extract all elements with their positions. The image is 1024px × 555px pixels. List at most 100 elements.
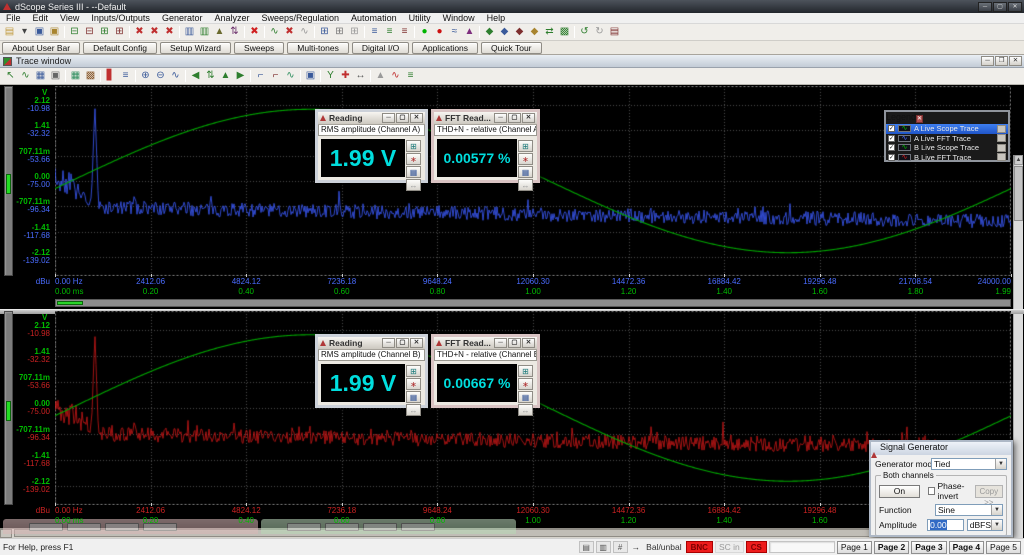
signal-generator-titlebar[interactable]: Signal Generator (871, 442, 1011, 458)
close-button[interactable]: ✕ (522, 338, 535, 348)
copy-trace-icon[interactable]: ▣ (48, 69, 63, 83)
window-list-icon[interactable]: ▥ (595, 541, 611, 553)
config-in-a-icon[interactable]: ⊞ (97, 25, 112, 39)
sweeps-button[interactable]: Sweeps (234, 41, 285, 54)
routing-2-icon[interactable]: ⊞ (332, 25, 347, 39)
dropdown-icon[interactable]: ▾ (17, 25, 32, 39)
axes-y-icon[interactable]: Y (323, 69, 338, 83)
sweep-2-icon[interactable]: ◆ (497, 25, 512, 39)
routing-1-icon[interactable]: ⊞ (317, 25, 332, 39)
menu-view[interactable]: View (54, 13, 85, 24)
page-button-1[interactable]: Page 1 (836, 540, 872, 554)
graph-scroll-thumb[interactable] (57, 301, 83, 305)
graph-button[interactable]: ▦ (518, 391, 533, 403)
wave-delete-icon[interactable]: ✖ (282, 25, 297, 39)
menu-help[interactable]: Help (481, 13, 512, 24)
routing-3-icon[interactable]: ⊞ (347, 25, 362, 39)
trace-wave-icon[interactable]: ∿ (18, 69, 33, 83)
zoom-x-in-icon[interactable]: ⊕ (138, 69, 153, 83)
multitone-icon[interactable]: ⇄ (542, 25, 557, 39)
pan-up-icon[interactable]: ▲ (218, 69, 233, 83)
display-mode-button[interactable]: ⊞ (518, 140, 533, 152)
keypad-icon[interactable]: # (612, 541, 628, 553)
page-button-3[interactable]: Page 3 (911, 540, 947, 554)
close-button[interactable]: ✕ (410, 113, 423, 123)
applications-button[interactable]: Applications (412, 41, 479, 54)
settings-button[interactable]: ∗ (406, 378, 421, 390)
amplitude-unit-select[interactable]: dBFS ▼ (966, 519, 1003, 531)
config-out-a-icon[interactable]: ⊟ (67, 25, 82, 39)
shift-up-icon[interactable]: ▲ (373, 69, 388, 83)
legend-titlebar[interactable]: Legend✕ (886, 112, 1008, 124)
legend-item-2[interactable]: ✓ ∿ B Live Scope Trace (886, 143, 1008, 153)
save-plus-icon[interactable]: ▣ (47, 25, 62, 39)
zoom-x-out-icon[interactable]: ⊖ (153, 69, 168, 83)
sweep-1-icon[interactable]: ◆ (482, 25, 497, 39)
minimize-button[interactable]: ─ (382, 338, 395, 348)
display-mode-button[interactable]: ⊞ (406, 140, 421, 152)
close-button[interactable]: ✕ (1008, 1, 1022, 12)
menu-window[interactable]: Window (437, 13, 481, 24)
window-titlebar[interactable]: dScope Series III - --Default ─ ▢ ✕ (0, 0, 1024, 13)
menu-inputs-outputs[interactable]: Inputs/Outputs (85, 13, 156, 24)
phase-invert-checkbox[interactable] (927, 487, 935, 495)
legend-checkbox[interactable]: ✓ (888, 134, 895, 142)
redo-icon[interactable]: ↻ (592, 25, 607, 39)
graph-horizontal-scrollbar[interactable] (55, 299, 1011, 307)
digital-i-o-button[interactable]: Digital I/O (351, 41, 410, 54)
menu-analyzer[interactable]: Analyzer (208, 13, 255, 24)
minimize-button[interactable]: ─ (978, 1, 992, 12)
menu-edit[interactable]: Edit (27, 13, 55, 24)
resize-button[interactable]: ↔ (406, 404, 421, 416)
minimize-button[interactable]: ─ (494, 338, 507, 348)
overlay-red-icon[interactable]: ∿ (388, 69, 403, 83)
multi-tones-button[interactable]: Multi-tones (287, 41, 349, 54)
trace-window-titlebar[interactable]: Trace window ─ ❐ ✕ (0, 55, 1024, 68)
fit-trace-icon[interactable]: ∿ (168, 69, 183, 83)
wave-off-icon[interactable]: ∿ (297, 25, 312, 39)
legend-checkbox[interactable]: ✓ (888, 125, 895, 133)
delete-config-1-icon[interactable]: ✖ (132, 25, 147, 39)
maximize-button[interactable]: ▢ (508, 113, 521, 123)
chevron-down-icon[interactable]: ▼ (995, 459, 1006, 469)
monitor-in-icon[interactable]: ▥ (197, 25, 212, 39)
legend-item-0[interactable]: ✓ ∿ A Live Scope Trace (886, 124, 1008, 134)
menu-file[interactable]: File (0, 13, 27, 24)
close-icon[interactable]: ✕ (916, 115, 924, 123)
channels-3-icon[interactable]: ≡ (397, 25, 412, 39)
bar-graph-icon[interactable]: ▋ (103, 69, 118, 83)
legend-checkbox[interactable]: ✓ (888, 153, 895, 161)
scroll-up-arrow[interactable]: ▲ (1014, 155, 1023, 165)
trace-vertical-scrollbar[interactable]: ▲ (1013, 155, 1023, 555)
sweep-3-icon[interactable]: ◆ (512, 25, 527, 39)
digital-io-icon[interactable]: ▩ (557, 25, 572, 39)
picture-icon[interactable]: ▦ (68, 69, 83, 83)
legend-checkbox[interactable]: ✓ (888, 144, 895, 152)
setup-wizard-button[interactable]: Setup Wizard (160, 41, 232, 54)
run-2-icon[interactable]: ▲ (462, 25, 477, 39)
help-book-icon[interactable]: ▤ (607, 25, 622, 39)
function-select[interactable]: Sine ▼ (935, 504, 1003, 516)
maximize-button[interactable]: ▢ (508, 338, 521, 348)
monitor-out-icon[interactable]: ▥ (182, 25, 197, 39)
config-out-b-icon[interactable]: ⊟ (82, 25, 97, 39)
chevron-down-icon[interactable]: ▼ (991, 505, 1002, 515)
resize-button[interactable]: ↔ (406, 179, 421, 191)
minimize-button[interactable]: ─ (494, 113, 507, 123)
maximize-button[interactable]: ▢ (396, 338, 409, 348)
window-grid-icon[interactable]: ▣ (303, 69, 318, 83)
minimize-button[interactable]: ─ (382, 113, 395, 123)
pan-right-icon[interactable]: ▶ (233, 69, 248, 83)
legend-item-1[interactable]: ✓ ∿ A Live FFT Trace (886, 134, 1008, 144)
display-mode-button[interactable]: ⊞ (518, 365, 533, 377)
cursor-b-icon[interactable]: ⌐ (268, 69, 283, 83)
default-config-button[interactable]: Default Config (83, 41, 157, 54)
fft-reading-a-titlebar[interactable]: FFT Read... ─ ▢ ✕ (434, 112, 537, 125)
menu-utility[interactable]: Utility (403, 13, 437, 24)
generator-mode-select[interactable]: Tied ▼ (931, 458, 1007, 470)
legend-item-3[interactable]: ✓ ∿ B Live FFT Trace (886, 153, 1008, 163)
menu-sweeps-regulation[interactable]: Sweeps/Regulation (255, 13, 345, 24)
mute-icon[interactable]: ✖ (247, 25, 262, 39)
amplitude-input[interactable]: 0.00 (927, 519, 964, 531)
display-mode-button[interactable]: ⊞ (406, 365, 421, 377)
